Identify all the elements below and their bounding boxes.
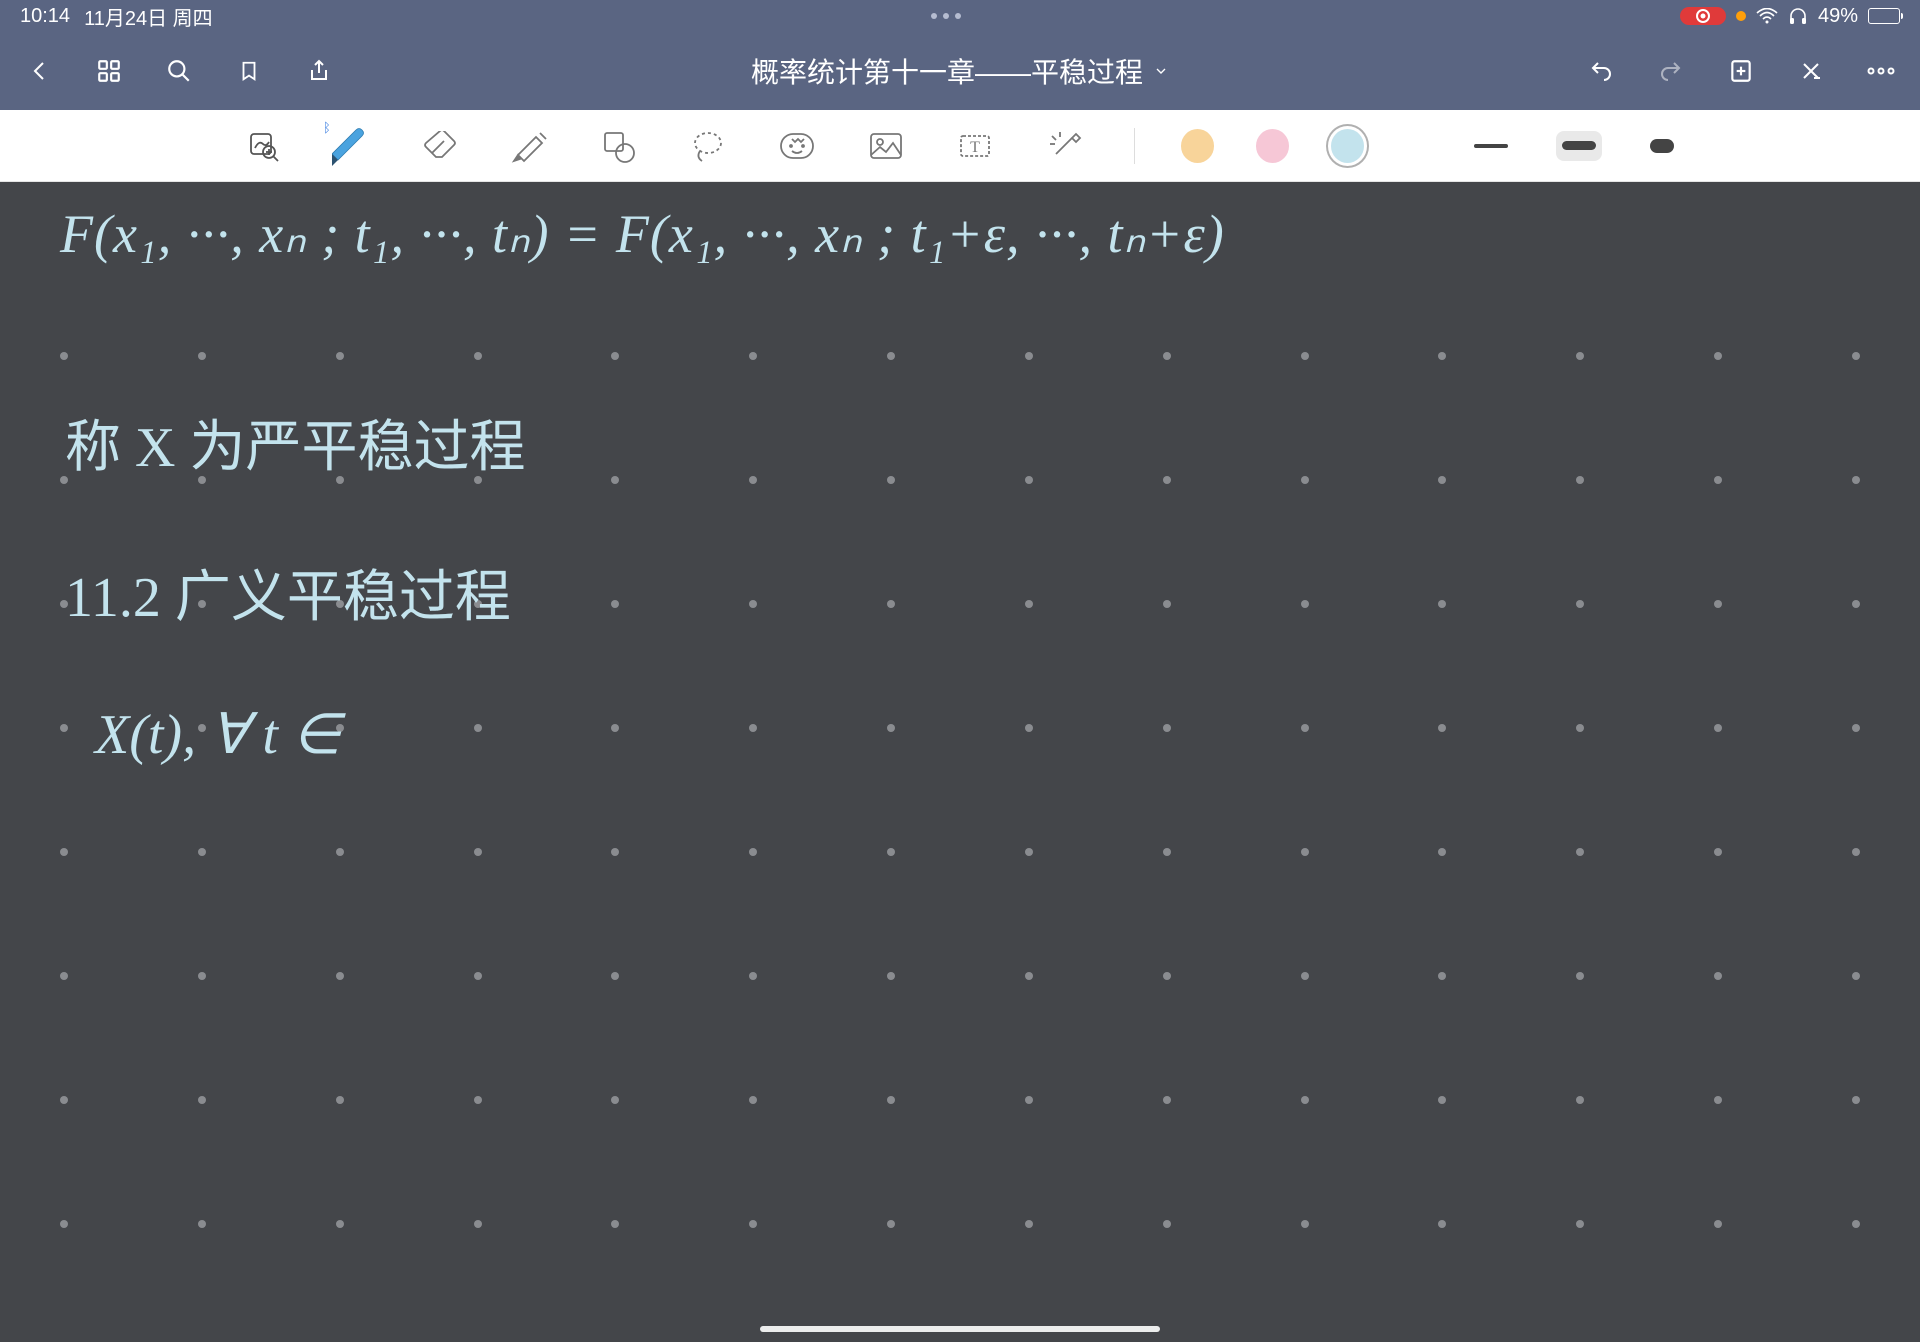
- zoom-tool[interactable]: [240, 122, 287, 170]
- home-indicator[interactable]: [760, 1326, 1160, 1332]
- mic-in-use-indicator: [1736, 11, 1746, 21]
- status-date: 11月24日 周四: [84, 2, 213, 31]
- battery-pct: 49%: [1818, 5, 1858, 28]
- eraser-tool[interactable]: [418, 122, 465, 170]
- chevron-down-icon: [1153, 63, 1169, 79]
- undo-button[interactable]: [1586, 56, 1616, 86]
- color-swatch-1[interactable]: [1181, 129, 1214, 163]
- image-tool[interactable]: [863, 122, 910, 170]
- laser-tool[interactable]: [1041, 122, 1088, 170]
- stroke-thin[interactable]: [1468, 131, 1514, 161]
- bookmark-button[interactable]: [234, 56, 264, 86]
- headphones-icon: [1788, 7, 1808, 25]
- add-page-button[interactable]: [1726, 56, 1756, 86]
- note-canvas[interactable]: F(x₁, ···, xₙ ; t₁, ···, tₙ) = F(x₁, ···…: [0, 182, 1920, 1342]
- color-swatch-3[interactable]: [1331, 129, 1364, 163]
- more-button[interactable]: [1866, 56, 1896, 86]
- handwriting-line-3: 11.2 广义平稳过程: [65, 552, 511, 633]
- lasso-tool[interactable]: [685, 122, 732, 170]
- dot-grid-background: [60, 352, 1860, 1342]
- status-bar: 10:14 11月24日 周四 49%: [0, 0, 1920, 32]
- handwriting-line-1: F(x₁, ···, xₙ ; t₁, ···, tₙ) = F(x₁, ···…: [60, 202, 1225, 265]
- drawing-toolbar: ᛒ T: [0, 110, 1920, 182]
- grid-view-button[interactable]: [94, 56, 124, 86]
- highlighter-tool[interactable]: [507, 122, 554, 170]
- document-title: 概率统计第十一章——平稳过程: [751, 51, 1143, 91]
- color-swatch-2[interactable]: [1256, 129, 1289, 163]
- battery-icon: [1868, 8, 1900, 24]
- close-edit-button[interactable]: [1796, 56, 1826, 86]
- redo-button[interactable]: [1656, 56, 1686, 86]
- svg-text:T: T: [970, 139, 980, 156]
- screen-recording-indicator[interactable]: [1680, 7, 1726, 25]
- stroke-thick[interactable]: [1644, 131, 1680, 161]
- pen-tool[interactable]: ᛒ: [329, 122, 376, 170]
- share-button[interactable]: [304, 56, 334, 86]
- handwriting-line-2: 称 X 为严平稳过程: [65, 402, 525, 483]
- stroke-medium[interactable]: [1556, 131, 1602, 161]
- wifi-icon: [1756, 8, 1778, 24]
- shape-tool[interactable]: [596, 122, 643, 170]
- text-tool[interactable]: T: [952, 122, 999, 170]
- back-button[interactable]: [24, 56, 54, 86]
- status-time: 10:14: [20, 5, 70, 28]
- sticker-tool[interactable]: [774, 122, 821, 170]
- search-button[interactable]: [164, 56, 194, 86]
- handwriting-line-4: X(t), ∀ t ∈: [95, 702, 341, 767]
- multitasking-dots[interactable]: [213, 13, 1680, 19]
- document-title-dropdown[interactable]: 概率统计第十一章——平稳过程: [424, 51, 1496, 91]
- app-nav-bar: 概率统计第十一章——平稳过程: [0, 32, 1920, 110]
- bluetooth-icon: ᛒ: [323, 120, 331, 135]
